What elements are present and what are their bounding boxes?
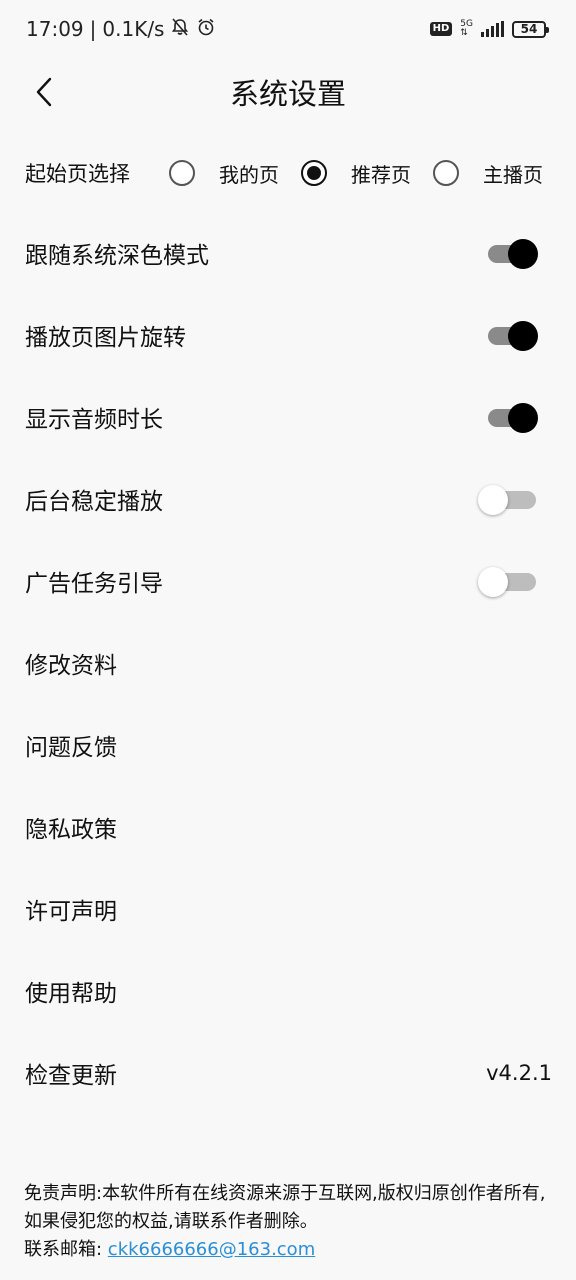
- alarm-icon: [196, 17, 216, 42]
- radio-option-recommend-page[interactable]: 推荐页: [301, 159, 411, 188]
- start-page-row: 起始页选择 我的页 推荐页 主播页: [0, 140, 576, 206]
- ad-task-guide-toggle[interactable]: [478, 564, 538, 598]
- setting-label: 隐私政策: [25, 817, 117, 843]
- contact-email-link[interactable]: ckk6666666@163.com: [108, 1239, 315, 1260]
- setting-ad-task-guide[interactable]: 广告任务引导: [0, 540, 576, 622]
- status-left: 17:09 | 0.1K/s: [26, 17, 216, 42]
- app-header: 系统设置: [0, 58, 576, 126]
- background-playback-toggle[interactable]: [478, 482, 538, 516]
- audio-duration-toggle[interactable]: [484, 400, 538, 434]
- setting-license[interactable]: 许可声明: [0, 868, 576, 950]
- radio-option-anchor-page[interactable]: 主播页: [433, 159, 543, 188]
- start-page-radio-group: 我的页 推荐页 主播页: [169, 159, 543, 188]
- setting-label: 问题反馈: [25, 735, 117, 761]
- network-speed: 0.1K/s: [102, 17, 165, 41]
- signal-icon: [481, 21, 504, 37]
- back-button[interactable]: [28, 76, 60, 108]
- image-rotation-toggle[interactable]: [484, 318, 538, 352]
- status-separator: |: [89, 17, 97, 41]
- radio-label: 我的页: [219, 162, 279, 187]
- setting-help[interactable]: 使用帮助: [0, 950, 576, 1032]
- mute-bell-icon: [170, 17, 190, 42]
- data-arrows-icon: ⇅: [460, 28, 468, 38]
- contact-line: 联系邮箱: ckk6666666@163.com: [24, 1236, 554, 1264]
- setting-image-rotation[interactable]: 播放页图片旋转: [0, 294, 576, 376]
- setting-check-update[interactable]: 检查更新 v4.2.1: [0, 1032, 576, 1114]
- setting-label: 广告任务引导: [25, 571, 163, 597]
- battery-level: 54: [520, 22, 538, 36]
- radio-button-selected[interactable]: [301, 160, 327, 186]
- setting-dark-mode[interactable]: 跟随系统深色模式: [0, 212, 576, 294]
- battery-icon: 54: [512, 20, 549, 38]
- setting-label: 后台稳定播放: [25, 489, 163, 515]
- version-value: v4.2.1: [486, 1061, 552, 1085]
- setting-privacy-policy[interactable]: 隐私政策: [0, 786, 576, 868]
- setting-label: 许可声明: [25, 899, 117, 925]
- setting-label: 修改资料: [25, 653, 117, 679]
- radio-label: 推荐页: [351, 162, 411, 187]
- setting-background-playback[interactable]: 后台稳定播放: [0, 458, 576, 540]
- setting-label: 显示音频时长: [25, 407, 163, 433]
- setting-label: 使用帮助: [25, 981, 117, 1007]
- radio-option-my-page[interactable]: 我的页: [169, 159, 279, 188]
- status-bar: 17:09 | 0.1K/s HD 5G ⇅ 54: [0, 0, 576, 58]
- radio-button[interactable]: [169, 160, 195, 186]
- setting-label: 播放页图片旋转: [25, 325, 186, 351]
- radio-label: 主播页: [483, 162, 543, 187]
- network-indicator: 5G ⇅: [460, 20, 473, 38]
- status-right: HD 5G ⇅ 54: [429, 20, 549, 38]
- hd-badge: HD: [429, 22, 453, 36]
- setting-audio-duration[interactable]: 显示音频时长: [0, 376, 576, 458]
- start-page-label: 起始页选择: [25, 162, 130, 186]
- radio-button[interactable]: [433, 160, 459, 186]
- disclaimer-footer: 免责声明:本软件所有在线资源来源于互联网,版权归原创作者所有,如果侵犯您的权益,…: [24, 1180, 554, 1264]
- dark-mode-toggle[interactable]: [484, 236, 538, 270]
- disclaimer-text: 免责声明:本软件所有在线资源来源于互联网,版权归原创作者所有,如果侵犯您的权益,…: [24, 1183, 546, 1232]
- page-title: 系统设置: [229, 77, 346, 111]
- clock: 17:09: [26, 17, 84, 41]
- setting-feedback[interactable]: 问题反馈: [0, 704, 576, 786]
- setting-label: 跟随系统深色模式: [25, 243, 209, 269]
- setting-edit-profile[interactable]: 修改资料: [0, 622, 576, 704]
- chevron-left-icon: [36, 77, 52, 107]
- settings-list: 跟随系统深色模式 播放页图片旋转 显示音频时长 后台稳定播放 广告任务引导 修改…: [0, 212, 576, 1114]
- contact-label: 联系邮箱:: [24, 1239, 108, 1260]
- setting-label: 检查更新: [25, 1063, 117, 1089]
